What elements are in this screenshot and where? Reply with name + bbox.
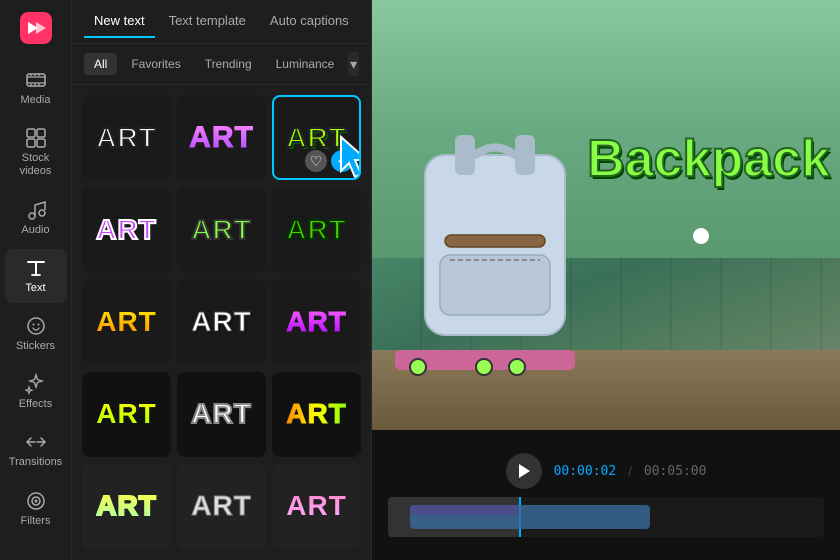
sidebar-item-text-label: Text — [25, 282, 45, 295]
sidebar-item-media-label: Media — [21, 94, 51, 107]
filter-tab-luminance[interactable]: Luminance — [266, 53, 345, 75]
transition-icon — [25, 431, 47, 453]
art-text-preview: ART — [96, 122, 157, 154]
filter-tab-trending[interactable]: Trending — [195, 53, 262, 75]
text-style-item[interactable]: ART — [82, 187, 171, 272]
art-text-preview: ART — [191, 306, 252, 338]
sidebar-item-filters-label: Filters — [21, 515, 51, 528]
backpack-label: Backpack — [587, 129, 830, 189]
text-style-item[interactable]: ART — [177, 464, 266, 549]
sidebar-item-media[interactable]: Media — [5, 61, 67, 115]
tab-new-text[interactable]: New text — [84, 5, 155, 38]
sidebar-item-audio-label: Audio — [21, 224, 49, 237]
text-style-item[interactable]: ART — [272, 279, 361, 364]
text-style-item[interactable]: ART — [82, 464, 171, 549]
play-button[interactable] — [506, 453, 542, 489]
art-text-preview: ART — [96, 490, 157, 522]
sidebar-item-effects-label: Effects — [19, 398, 52, 411]
text-style-item[interactable]: ART — [82, 95, 171, 180]
filter-tab-all[interactable]: All — [84, 53, 117, 75]
current-time: 00:00:02 — [554, 464, 617, 479]
preview-canvas: Backpack — [372, 0, 840, 430]
art-text-preview: ART — [191, 490, 252, 522]
sidebar-item-transitions-label: Transitions — [9, 456, 62, 469]
wheel-right — [475, 358, 493, 376]
text-style-item[interactable]: ART — [177, 187, 266, 272]
grid-icon — [25, 127, 47, 149]
art-text-preview: ART — [286, 490, 347, 522]
art-text-preview: ART — [286, 214, 347, 246]
text-track[interactable] — [410, 505, 519, 515]
art-text-preview: ART — [96, 398, 157, 430]
item-overlay: ♡ + — [305, 150, 353, 172]
art-text-preview: ART — [286, 306, 347, 338]
filter-more-button[interactable]: ▾ — [348, 52, 359, 76]
favorite-button[interactable]: ♡ — [305, 150, 327, 172]
sidebar-item-stock-label: Stockvideos — [20, 152, 52, 178]
text-panel: New text Text template Auto captions All… — [72, 0, 372, 560]
sidebar-item-transitions[interactable]: Transitions — [5, 423, 67, 477]
time-separator: / — [628, 464, 632, 479]
text-style-item[interactable]: ART — [272, 464, 361, 549]
app-logo — [20, 12, 52, 49]
sidebar-item-stickers-label: Stickers — [16, 340, 55, 353]
text-icon — [25, 257, 47, 279]
text-style-item[interactable]: ART — [272, 187, 361, 272]
preview-area: Backpack Orig 00:00:02 / 00:05:00 — [372, 0, 840, 560]
art-text-preview: ART — [286, 122, 347, 154]
panel-tabs: New text Text template Auto captions — [72, 0, 371, 44]
timeline-track[interactable] — [388, 497, 824, 537]
timeline-section: 00:00:02 / 00:05:00 — [372, 430, 840, 560]
filter-tab-favorites[interactable]: Favorites — [121, 53, 190, 75]
text-style-item[interactable]: ART — [82, 279, 171, 364]
art-text-preview: ART — [286, 398, 347, 430]
filter-tabs: All Favorites Trending Luminance ▾ — [72, 44, 371, 85]
total-time: 00:05:00 — [644, 464, 707, 479]
wheel-right2 — [508, 358, 526, 376]
text-style-item[interactable]: ART — [82, 372, 171, 457]
text-style-item-selected[interactable]: ART ♡ + — [272, 95, 361, 180]
sidebar-item-audio[interactable]: Audio — [5, 191, 67, 245]
playback-controls: 00:00:02 / 00:05:00 — [388, 453, 824, 489]
effects-icon — [25, 373, 47, 395]
art-text-preview: ART — [191, 398, 252, 430]
text-style-item[interactable]: ART — [272, 372, 361, 457]
film-icon — [25, 69, 47, 91]
tab-text-template[interactable]: Text template — [159, 5, 256, 38]
add-button[interactable]: + — [331, 150, 353, 172]
art-text-preview: ART — [189, 121, 254, 155]
sidebar-item-effects[interactable]: Effects — [5, 365, 67, 419]
text-style-item[interactable]: ART — [177, 372, 266, 457]
sidebar: Media Stockvideos Audio — [0, 0, 72, 560]
sidebar-item-stickers[interactable]: Stickers — [5, 307, 67, 361]
filter-icon — [25, 490, 47, 512]
text-style-item[interactable]: ART — [177, 95, 266, 180]
music-icon — [25, 199, 47, 221]
text-style-item[interactable]: ART — [177, 279, 266, 364]
art-text-preview: ART — [96, 214, 157, 246]
sidebar-item-filters[interactable]: Filters — [5, 482, 67, 536]
tab-auto-captions[interactable]: Auto captions — [260, 5, 359, 38]
selection-handle[interactable] — [693, 228, 709, 244]
art-text-preview: ART — [96, 306, 157, 338]
sidebar-item-stock[interactable]: Stockvideos — [5, 119, 67, 186]
text-style-grid: ART ART ART ♡ + ART ART — [72, 85, 371, 560]
sticker-icon — [25, 315, 47, 337]
backpack-svg — [395, 115, 595, 375]
art-text-preview: ART — [191, 214, 252, 246]
sidebar-item-text[interactable]: Text — [5, 249, 67, 303]
